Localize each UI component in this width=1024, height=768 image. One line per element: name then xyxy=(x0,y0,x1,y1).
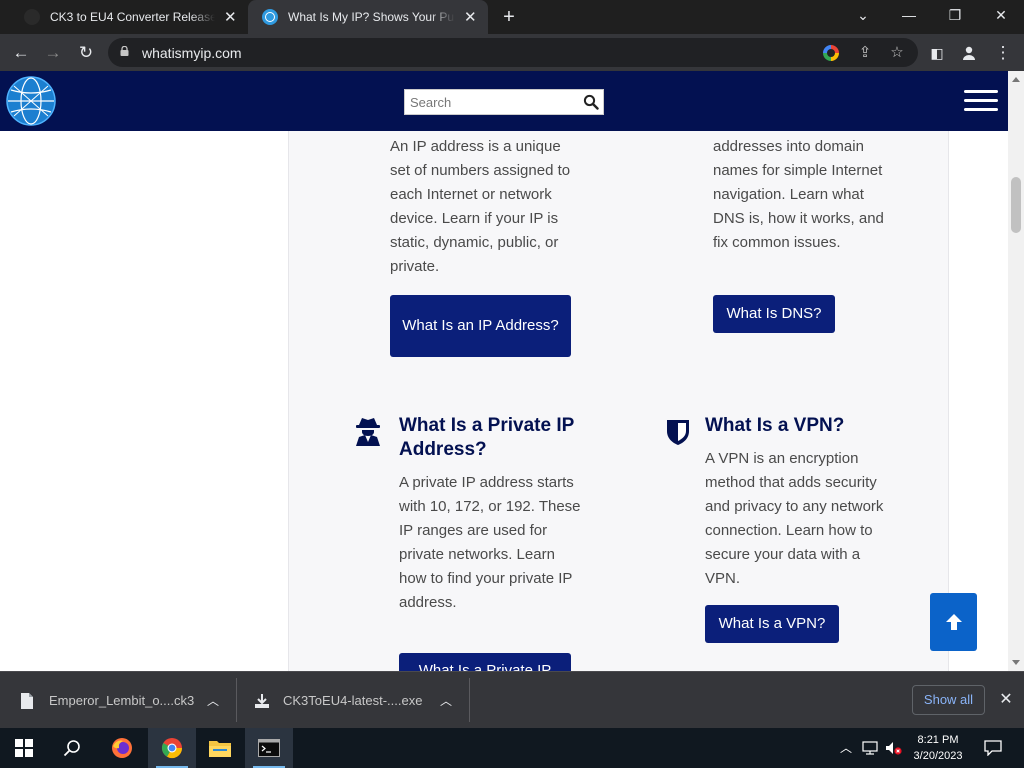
ip-address-description: An IP address is a unique set of numbers… xyxy=(390,138,571,275)
download-options-chevron-icon[interactable]: ︿ xyxy=(205,692,221,708)
lock-icon xyxy=(120,46,129,56)
search-icon[interactable] xyxy=(583,94,599,110)
terminal-icon[interactable] xyxy=(245,728,293,768)
tray-chevron-up-icon[interactable]: ︿ xyxy=(836,738,856,758)
window-close-icon[interactable]: ✕ xyxy=(978,0,1024,30)
bookmark-star-icon[interactable]: ☆ xyxy=(886,42,908,64)
menu-kebab-icon[interactable]: ⋮ xyxy=(990,40,1016,66)
whatismyip-logo-globe-icon[interactable] xyxy=(6,76,56,126)
restore-icon[interactable]: ❐ xyxy=(932,0,978,30)
what-is-ip-address-button[interactable]: What Is an IP Address? xyxy=(390,295,571,357)
tab-ck3-converter[interactable]: CK3 to EU4 Converter Release Th ✕ xyxy=(10,0,248,34)
hamburger-menu-icon[interactable] xyxy=(964,90,998,114)
show-all-downloads-button[interactable]: Show all xyxy=(912,685,985,715)
reload-icon[interactable]: ↻ xyxy=(73,40,99,66)
site-header xyxy=(0,71,1008,131)
scroll-to-top-button[interactable] xyxy=(930,593,977,651)
shield-icon xyxy=(667,420,689,445)
taskbar-search-icon[interactable] xyxy=(48,728,96,768)
url-text: whatismyip.com xyxy=(142,45,242,61)
what-is-private-ip-button[interactable]: What Is a Private IP xyxy=(399,653,571,671)
windows-start-icon[interactable] xyxy=(0,728,48,768)
download-bar-close-icon[interactable]: ✕ xyxy=(996,690,1016,710)
download-separator xyxy=(469,678,470,722)
volume-muted-icon[interactable] xyxy=(884,738,904,758)
forward-arrow-icon[interactable]: → xyxy=(40,40,66,66)
side-panel-icon[interactable]: ◧ xyxy=(924,40,950,66)
private-ip-description: A private IP address starts with 10, 172… xyxy=(399,474,581,611)
tab-title: What Is My IP? Shows Your Public xyxy=(288,10,455,24)
what-is-dns-button[interactable]: What Is DNS? xyxy=(713,295,835,333)
page-scrollbar[interactable] xyxy=(1008,71,1024,671)
download-filename: Emperor_Lembit_o....ck3 xyxy=(49,693,195,708)
share-icon[interactable]: ⇪ xyxy=(854,42,876,64)
new-tab-plus-icon[interactable]: + xyxy=(498,6,520,28)
browser-toolbar: ← → ↻ whatismyip.com ⇪ ☆ ◧ ⋮ xyxy=(0,34,1024,71)
scrollbar-thumb[interactable] xyxy=(1011,177,1021,233)
clock-date: 3/20/2023 xyxy=(913,750,963,762)
google-icon[interactable] xyxy=(820,42,842,64)
what-is-vpn-button[interactable]: What Is a VPN? xyxy=(705,605,839,643)
scroll-down-arrow-icon[interactable] xyxy=(1012,660,1020,665)
file-explorer-icon[interactable] xyxy=(196,728,244,768)
tab-title: CK3 to EU4 Converter Release Th xyxy=(50,10,215,24)
tab-favicon-globe-icon xyxy=(262,9,278,25)
download-separator xyxy=(236,678,237,722)
spy-icon xyxy=(356,418,380,446)
tab-favicon-icon xyxy=(24,9,40,25)
download-options-chevron-icon[interactable]: ︿ xyxy=(438,692,454,708)
firefox-icon[interactable] xyxy=(98,728,146,768)
tab-search-chevron-icon[interactable]: ⌄ xyxy=(840,0,886,30)
vpn-description: A VPN is an encryption method that adds … xyxy=(705,450,884,587)
back-arrow-icon[interactable]: ← xyxy=(8,40,34,66)
chrome-icon[interactable] xyxy=(148,728,196,768)
download-item[interactable]: Emperor_Lembit_o....ck3 xyxy=(20,672,220,729)
page-content: An IP address is a unique set of numbers… xyxy=(0,131,1008,671)
site-search xyxy=(404,89,604,115)
taskbar-clock[interactable]: 8:21 PM 3/20/2023 xyxy=(906,732,970,764)
dns-description: addresses into domain names for simple I… xyxy=(713,138,884,251)
scroll-up-arrow-icon[interactable] xyxy=(1012,77,1020,82)
private-ip-heading: What Is a Private IP Address? xyxy=(399,415,574,460)
download-item[interactable]: CK3ToEU4-latest-....exe xyxy=(254,672,434,729)
arrow-up-icon xyxy=(945,614,962,630)
notification-center-icon[interactable] xyxy=(982,738,1004,758)
installer-icon xyxy=(255,693,269,708)
tab-whatismyip[interactable]: What Is My IP? Shows Your Public ✕ xyxy=(248,0,488,34)
download-filename: CK3ToEU4-latest-....exe xyxy=(283,693,423,708)
clock-time: 8:21 PM xyxy=(917,734,959,746)
file-icon xyxy=(21,692,33,709)
download-bar: Emperor_Lembit_o....ck3 ︿ CK3ToEU4-lates… xyxy=(0,671,1024,728)
learn-section-card: An IP address is a unique set of numbers… xyxy=(288,131,949,671)
address-bar[interactable]: whatismyip.com ⇪ ☆ xyxy=(108,38,918,67)
tab-close-icon[interactable]: ✕ xyxy=(223,8,238,26)
tab-close-icon[interactable]: ✕ xyxy=(463,8,478,26)
windows-taskbar: ︿ 8:21 PM 3/20/2023 xyxy=(0,728,1024,768)
vpn-heading: What Is a VPN? xyxy=(705,415,845,436)
network-icon[interactable] xyxy=(860,738,880,758)
search-input[interactable] xyxy=(405,90,575,114)
profile-icon[interactable] xyxy=(956,40,982,66)
browser-tab-strip: CK3 to EU4 Converter Release Th ✕ What I… xyxy=(0,0,1024,34)
minimize-icon[interactable]: — xyxy=(886,0,932,30)
